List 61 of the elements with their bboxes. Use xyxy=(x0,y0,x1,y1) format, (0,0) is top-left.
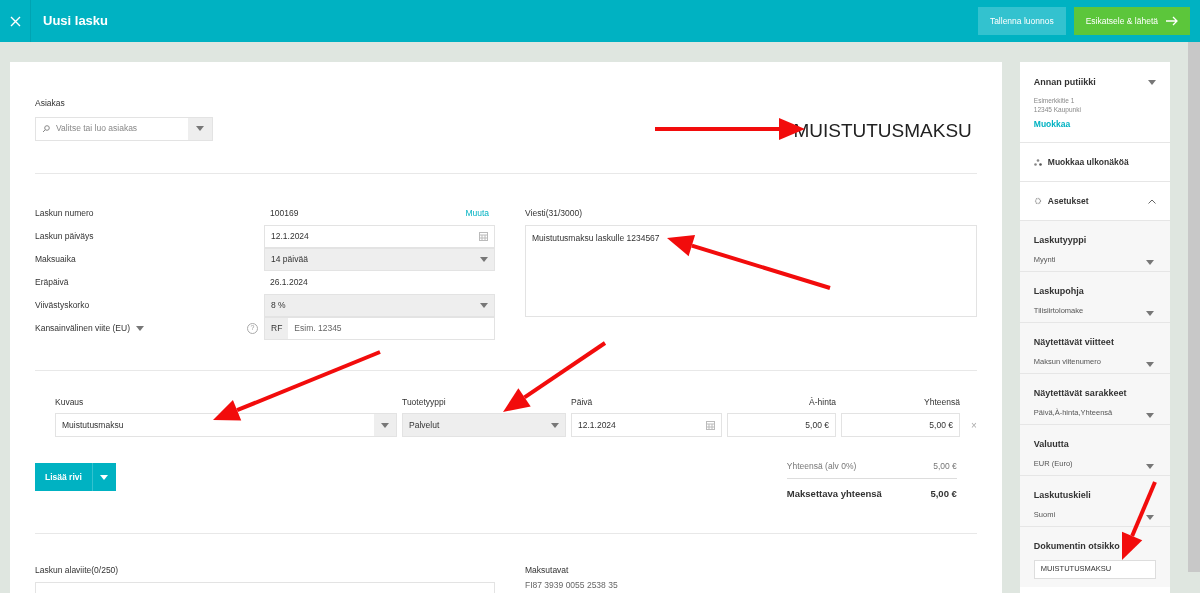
caret-icon xyxy=(135,325,144,331)
column-header: Päivä xyxy=(571,395,593,409)
field-label: Eräpäivä xyxy=(35,275,69,289)
close-icon xyxy=(9,15,21,27)
column-header: Yhteensä xyxy=(924,395,960,409)
appearance-link[interactable]: Muokkaa ulkonäköä xyxy=(1047,155,1129,169)
caret-icon xyxy=(480,302,488,308)
company-name: Annan putiikki xyxy=(1033,76,1096,89)
settings-icon xyxy=(1033,197,1042,205)
prefix-label: RF xyxy=(265,317,289,339)
caret-icon xyxy=(196,126,204,132)
field-value: 26.1.2024 xyxy=(270,275,308,289)
search-icon xyxy=(42,124,50,133)
caret-icon xyxy=(381,422,389,428)
field-label: Laskun numero xyxy=(35,206,94,220)
message-label: Viesti(31/3000) xyxy=(525,206,584,220)
account-number: FI87 3939 0055 2538 35 xyxy=(525,579,618,592)
unit-price-field[interactable]: 5,00 € xyxy=(727,413,836,438)
field-label: Viivästyskorko xyxy=(35,298,90,312)
field-value: 100169 xyxy=(270,206,299,220)
product-type-select[interactable]: Palvelut xyxy=(402,413,566,438)
message-textarea[interactable]: Muistutusmaksu laskulle 1234567 xyxy=(525,224,977,317)
caret-icon xyxy=(100,474,109,480)
calendar-icon xyxy=(706,420,715,430)
customer-label: Asiakas xyxy=(35,97,66,110)
scrollbar[interactable] xyxy=(1188,42,1200,572)
date-field[interactable]: 12.1.2024 xyxy=(571,413,722,438)
caret-icon xyxy=(1148,80,1157,86)
arrow-right-icon xyxy=(1166,16,1178,26)
field-label: Laskun päiväys xyxy=(35,229,94,243)
field-label: Kansainvälinen viite (EU) xyxy=(35,321,130,335)
reference-field[interactable]: RF Esim. 12345 xyxy=(264,316,495,340)
customer-select[interactable]: Valitse tai luo asiakas xyxy=(35,116,213,141)
caret-icon xyxy=(1146,412,1155,418)
column-header: Tuotetyyppi xyxy=(402,395,446,409)
caret-icon xyxy=(551,422,559,428)
caret-icon xyxy=(480,256,488,262)
column-header: À-hinta xyxy=(809,395,836,409)
total-field[interactable]: 5,00 € xyxy=(841,413,960,438)
caret-icon xyxy=(1146,310,1155,316)
date-field[interactable]: 12.1.2024 xyxy=(264,224,495,248)
column-header: Kuvaus xyxy=(55,395,84,409)
caret-icon xyxy=(1146,463,1155,469)
total-label: Yhteensä (alv 0%) xyxy=(786,460,857,474)
page-title: Uusi lasku xyxy=(43,12,109,31)
dots-icon xyxy=(1033,158,1042,166)
total-label: Maksettava yhteensä xyxy=(786,487,882,502)
setting-label: Dokumentin otsikko xyxy=(1033,540,1121,553)
document-title: MUISTUTUSMAKSU xyxy=(793,119,972,143)
total-value: 5,00 € xyxy=(933,460,957,474)
select-field[interactable]: 14 päivää xyxy=(264,247,495,271)
select-field[interactable]: 8 % xyxy=(264,293,495,317)
caret-icon xyxy=(1146,361,1155,367)
field-label: Maksuaika xyxy=(35,252,76,266)
total-value: 5,00 € xyxy=(930,487,957,502)
description-select[interactable]: Muistutusmaksu xyxy=(55,413,397,438)
caret-icon xyxy=(1146,259,1155,265)
payment-methods-label: Maksutavat xyxy=(525,563,570,577)
caret-icon xyxy=(1146,514,1155,520)
calendar-icon xyxy=(479,231,488,241)
footer-note-label: Laskun alaviite(0/250) xyxy=(35,563,120,577)
